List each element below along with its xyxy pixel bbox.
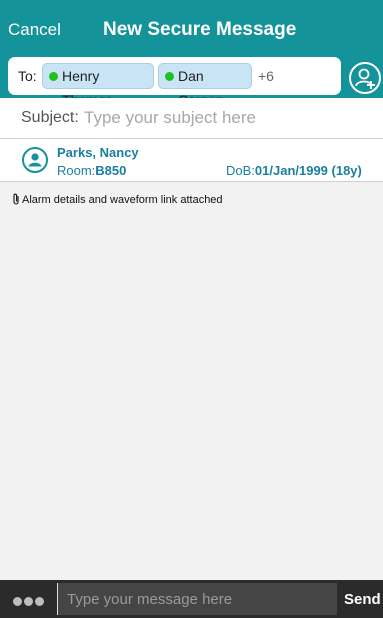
patient-icon xyxy=(22,147,48,173)
online-status-icon xyxy=(165,72,174,81)
cancel-button[interactable]: Cancel xyxy=(8,20,61,40)
online-status-icon xyxy=(49,72,58,81)
patient-dob: DoB:01/Jan/1999 (18y) xyxy=(226,163,362,178)
more-options-button[interactable] xyxy=(13,593,46,606)
attachment-note: Alarm details and waveform link attached xyxy=(12,193,223,206)
more-options-icon xyxy=(13,597,22,606)
subject-input[interactable] xyxy=(84,106,364,130)
room-label: Room: xyxy=(57,163,96,178)
subject-label: Subject: xyxy=(21,109,79,126)
message-input[interactable] xyxy=(57,583,337,615)
patient-room: Room:B850 xyxy=(57,163,126,178)
subject-row: Subject: xyxy=(0,98,383,139)
room-value: B850 xyxy=(95,163,127,178)
recipient-chip-henry-thomas[interactable]: Henry Thomas xyxy=(42,63,154,108)
compose-footer: Send xyxy=(0,580,383,618)
message-body[interactable]: Alarm details and waveform link attached xyxy=(0,182,383,580)
paperclip-icon xyxy=(13,193,19,205)
recipient-chip-dan-carson[interactable]: Dan Carson xyxy=(158,63,252,108)
patient-card[interactable]: Parks, Nancy Room:B850 DoB:01/Jan/1999 (… xyxy=(0,139,383,182)
page-title: New Secure Message xyxy=(103,19,297,40)
patient-name: Parks, Nancy xyxy=(57,145,139,160)
recipients-field[interactable]: To: Henry Thomas Dan Carson +6 xyxy=(8,57,341,108)
add-recipient-button[interactable] xyxy=(349,62,381,94)
to-label: To: xyxy=(18,68,37,84)
send-button[interactable]: Send xyxy=(344,591,381,608)
more-recipients-count[interactable]: +6 xyxy=(258,68,274,84)
dob-label: DoB: xyxy=(226,163,255,178)
dob-value: 01/Jan/1999 (18y) xyxy=(254,163,362,178)
more-options-icon xyxy=(35,597,44,606)
attachment-text: Alarm details and waveform link attached xyxy=(22,194,223,206)
header-bar: Cancel New Secure Message To: Henry Thom… xyxy=(0,0,383,108)
more-options-icon xyxy=(24,597,33,606)
add-user-icon xyxy=(355,68,375,89)
